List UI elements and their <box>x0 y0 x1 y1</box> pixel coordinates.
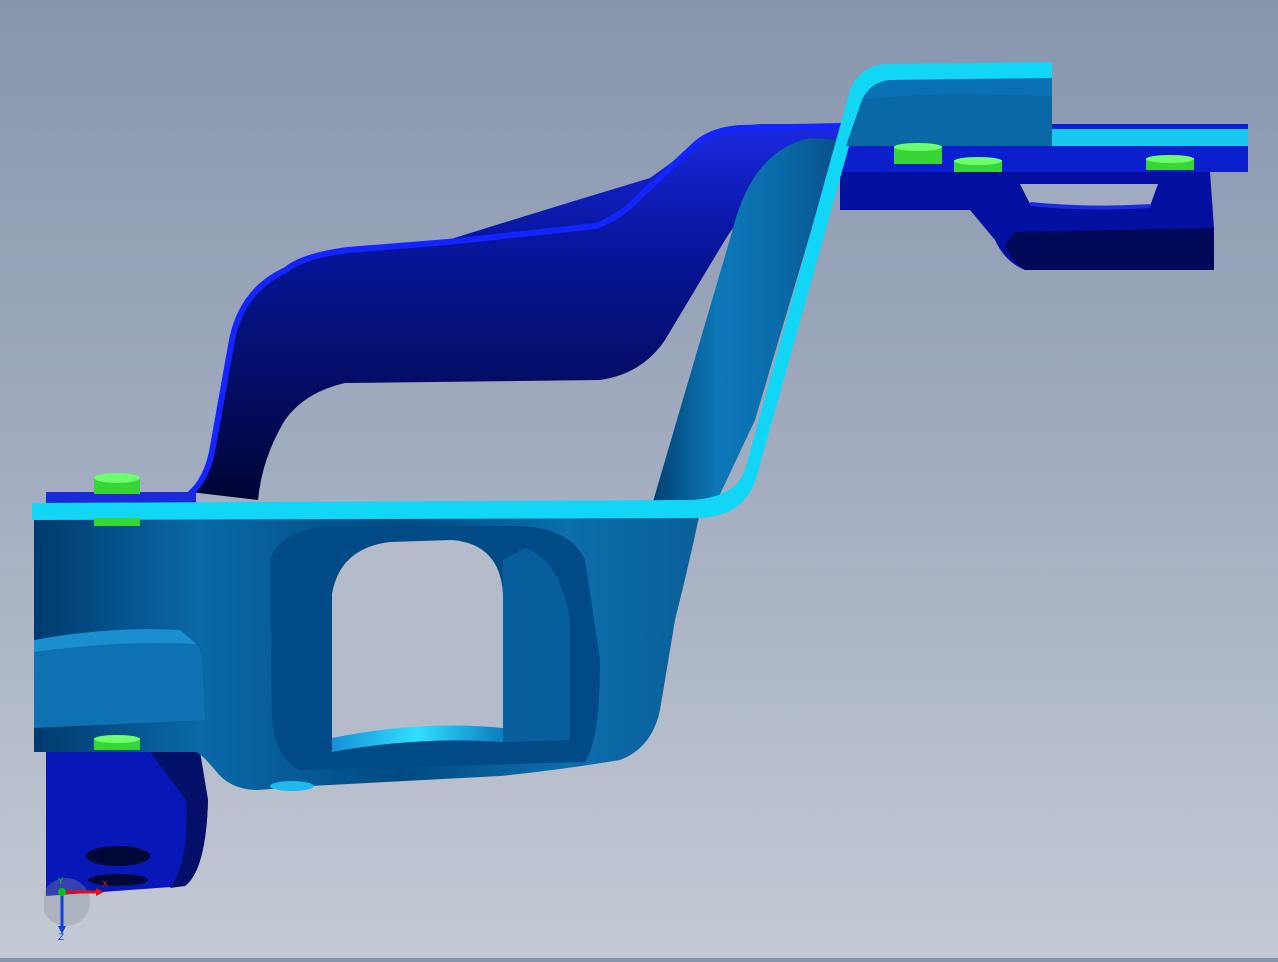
z-axis-label: Z <box>58 933 64 942</box>
y-axis-dot <box>58 888 66 896</box>
bracket-model[interactable] <box>0 0 1278 958</box>
x-axis-label: X <box>102 880 108 890</box>
front-upper-plate-shade <box>846 94 1052 146</box>
fastener-right-3[interactable] <box>1146 155 1194 170</box>
window-opening <box>332 540 503 738</box>
orientation-triad[interactable]: X Y Z <box>42 872 114 943</box>
rear-lower-hole <box>86 846 150 866</box>
fastener-left-bottom[interactable] <box>94 735 140 750</box>
triad-graphic: X Y Z <box>42 877 108 943</box>
y-axis-label: Y <box>57 877 64 887</box>
rear-right-plate-edge <box>1050 124 1248 129</box>
triad-shadow <box>42 878 90 926</box>
rear-right-block-shade <box>1005 228 1214 270</box>
fastener-right-2[interactable] <box>954 157 1002 172</box>
fastener-right-1[interactable] <box>894 143 942 164</box>
bottom-bore <box>270 781 314 791</box>
3d-viewport[interactable] <box>0 0 1278 958</box>
